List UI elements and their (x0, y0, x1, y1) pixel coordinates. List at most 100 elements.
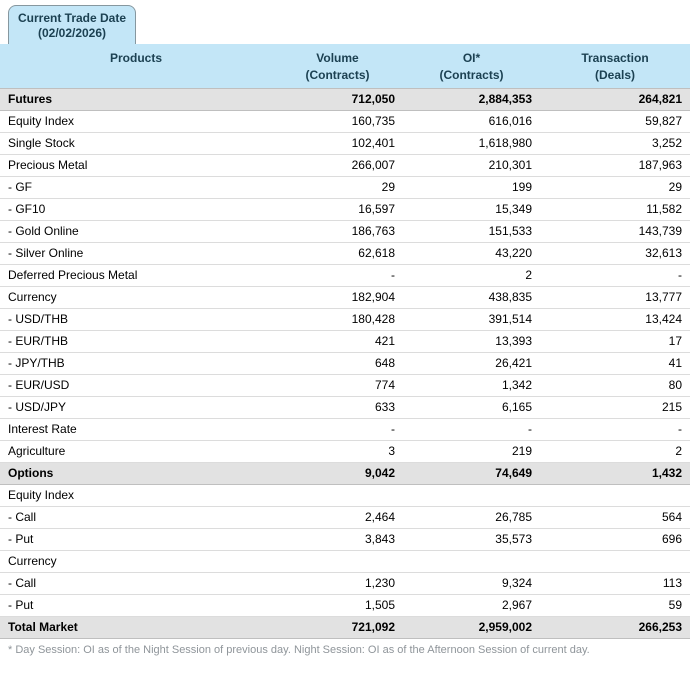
volume-cell: 721,092 (272, 615, 403, 639)
table-row: Total Market 721,092 2,959,002 266,253 (0, 615, 690, 639)
transaction-cell: 13,424 (540, 308, 690, 331)
column-header-products: Products (0, 44, 272, 88)
transaction-cell: 215 (540, 396, 690, 419)
column-header-oi: OI* (Contracts) (403, 44, 540, 88)
product-cell: Equity Index (0, 110, 272, 133)
product-cell: Options (0, 461, 272, 485)
table-header-row: Products Volume (Contracts) OI* (Contrac… (0, 44, 690, 88)
market-summary-table: Products Volume (Contracts) OI* (Contrac… (0, 44, 690, 639)
market-summary-page: Current Trade Date (02/02/2026) Products… (0, 0, 690, 657)
product-cell: - JPY/THB (0, 352, 272, 375)
volume-cell (272, 550, 403, 573)
oi-cell: 219 (403, 440, 540, 463)
transaction-cell (540, 550, 690, 573)
product-cell: - Silver Online (0, 242, 272, 265)
product-cell: - GF (0, 176, 272, 199)
volume-cell: 648 (272, 352, 403, 375)
product-cell: - USD/JPY (0, 396, 272, 419)
transaction-cell: 80 (540, 374, 690, 397)
oi-cell: 43,220 (403, 242, 540, 265)
column-header-oi-sub: (Contracts) (439, 68, 504, 82)
transaction-cell: 41 (540, 352, 690, 375)
column-header-transaction: Transaction (Deals) (540, 44, 690, 88)
transaction-cell: 3,252 (540, 132, 690, 155)
table-row: Equity Index (0, 484, 690, 507)
oi-cell: 6,165 (403, 396, 540, 419)
volume-cell: 3,843 (272, 528, 403, 551)
tab-current-trade-date[interactable]: Current Trade Date (02/02/2026) (8, 5, 136, 44)
volume-cell: 160,735 (272, 110, 403, 133)
oi-cell: 26,421 (403, 352, 540, 375)
table-row: - EUR/THB 421 13,393 17 (0, 330, 690, 353)
volume-cell: 421 (272, 330, 403, 353)
product-cell: - Put (0, 528, 272, 551)
transaction-cell: 266,253 (540, 615, 690, 639)
table-row: Single Stock 102,401 1,618,980 3,252 (0, 132, 690, 155)
transaction-cell: 11,582 (540, 198, 690, 221)
table-body: Futures 712,050 2,884,353 264,821 Equity… (0, 87, 690, 639)
table-row: - GF10 16,597 15,349 11,582 (0, 198, 690, 221)
oi-cell: 438,835 (403, 286, 540, 309)
oi-cell (403, 484, 540, 507)
oi-cell: 2 (403, 264, 540, 287)
product-cell: - GF10 (0, 198, 272, 221)
table-row: - EUR/USD 774 1,342 80 (0, 374, 690, 397)
table-row: - Call 1,230 9,324 113 (0, 572, 690, 595)
table-row: Interest Rate - - - (0, 418, 690, 441)
oi-cell: 199 (403, 176, 540, 199)
volume-cell: 3 (272, 440, 403, 463)
product-cell: - Put (0, 594, 272, 617)
table-row: Options 9,042 74,649 1,432 (0, 461, 690, 485)
volume-cell (272, 484, 403, 507)
table-row: - Put 3,843 35,573 696 (0, 528, 690, 551)
product-cell: Currency (0, 286, 272, 309)
table-row: Equity Index 160,735 616,016 59,827 (0, 110, 690, 133)
transaction-cell: 264,821 (540, 87, 690, 111)
volume-cell: 29 (272, 176, 403, 199)
volume-cell: 9,042 (272, 461, 403, 485)
volume-cell: 2,464 (272, 506, 403, 529)
product-cell: - Gold Online (0, 220, 272, 243)
volume-cell: - (272, 264, 403, 287)
volume-cell: 102,401 (272, 132, 403, 155)
product-cell: Agriculture (0, 440, 272, 463)
transaction-cell: 59,827 (540, 110, 690, 133)
table-row: Agriculture 3 219 2 (0, 440, 690, 463)
oi-cell: - (403, 418, 540, 441)
volume-cell: 266,007 (272, 154, 403, 177)
product-cell: - USD/THB (0, 308, 272, 331)
product-cell: Precious Metal (0, 154, 272, 177)
oi-cell: 2,884,353 (403, 87, 540, 111)
tab-label-line2: (02/02/2026) (37, 26, 107, 40)
oi-cell: 616,016 (403, 110, 540, 133)
column-header-products-label: Products (109, 51, 162, 65)
table-row: Precious Metal 266,007 210,301 187,963 (0, 154, 690, 177)
table-row: - Silver Online 62,618 43,220 32,613 (0, 242, 690, 265)
volume-cell: 774 (272, 374, 403, 397)
volume-cell: 180,428 (272, 308, 403, 331)
oi-cell: 2,959,002 (403, 615, 540, 639)
oi-cell: 35,573 (403, 528, 540, 551)
oi-cell: 26,785 (403, 506, 540, 529)
volume-cell: - (272, 418, 403, 441)
transaction-cell: 187,963 (540, 154, 690, 177)
oi-cell: 1,342 (403, 374, 540, 397)
table-row: Currency (0, 550, 690, 573)
product-cell: - Call (0, 572, 272, 595)
product-cell: Futures (0, 87, 272, 111)
oi-cell: 210,301 (403, 154, 540, 177)
transaction-cell: 696 (540, 528, 690, 551)
table-row: - USD/JPY 633 6,165 215 (0, 396, 690, 419)
volume-cell: 182,904 (272, 286, 403, 309)
column-header-oi-label: OI* (462, 51, 481, 65)
oi-cell: 74,649 (403, 461, 540, 485)
transaction-cell: 564 (540, 506, 690, 529)
transaction-cell: 113 (540, 572, 690, 595)
table-row: Deferred Precious Metal - 2 - (0, 264, 690, 287)
product-cell: - Call (0, 506, 272, 529)
volume-cell: 1,230 (272, 572, 403, 595)
column-header-volume-label: Volume (316, 51, 359, 65)
oi-cell: 2,967 (403, 594, 540, 617)
transaction-cell: 1,432 (540, 461, 690, 485)
table-row: - JPY/THB 648 26,421 41 (0, 352, 690, 375)
